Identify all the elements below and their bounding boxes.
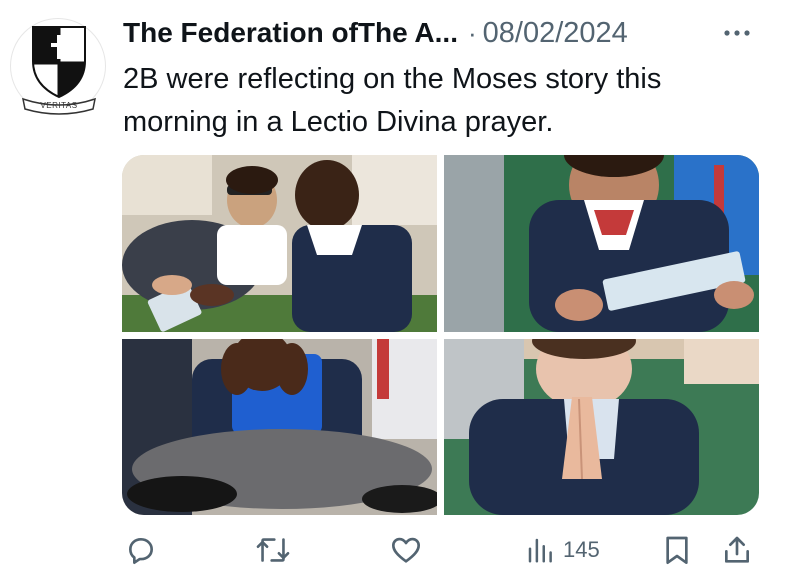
- bookmark-button[interactable]: [662, 533, 692, 567]
- share-button[interactable]: [722, 533, 752, 567]
- views-count: 145: [563, 537, 600, 562]
- action-bar: 145: [0, 525, 787, 575]
- avatar[interactable]: VERITAS: [10, 18, 106, 115]
- heart-icon: [392, 537, 420, 563]
- photo-child-praying-hands[interactable]: [444, 339, 759, 515]
- avatar-motto: VERITAS: [40, 101, 78, 110]
- photo-image: [122, 155, 437, 332]
- views-icon: [528, 538, 552, 563]
- photo-image: [122, 339, 437, 515]
- media-grid: [122, 155, 759, 515]
- photo-child-holding-card[interactable]: [444, 155, 759, 332]
- photo-children-reading[interactable]: [122, 155, 437, 332]
- photo-image: [444, 155, 759, 332]
- author-name[interactable]: The Federation ofThe A...: [123, 17, 458, 49]
- views-button[interactable]: 145: [525, 533, 600, 567]
- tweet-date[interactable]: 08/02/2024: [483, 17, 628, 50]
- like-button[interactable]: [389, 533, 423, 567]
- tweet-text: 2B were reflecting on the Moses story th…: [123, 63, 662, 138]
- retweet-icon: [256, 538, 290, 562]
- tweet-header: The Federation ofThe A... · 08/02/2024: [123, 14, 763, 52]
- more-icon: [724, 30, 750, 36]
- more-options-button[interactable]: [719, 22, 755, 44]
- reply-button[interactable]: [125, 533, 157, 567]
- separator: ·: [467, 17, 477, 48]
- photo-image: [444, 339, 759, 515]
- photo-child-praying-face[interactable]: [122, 339, 437, 515]
- reply-icon: [129, 538, 153, 564]
- retweet-button[interactable]: [256, 533, 290, 567]
- share-icon: [725, 536, 750, 563]
- bookmark-icon: [666, 536, 688, 564]
